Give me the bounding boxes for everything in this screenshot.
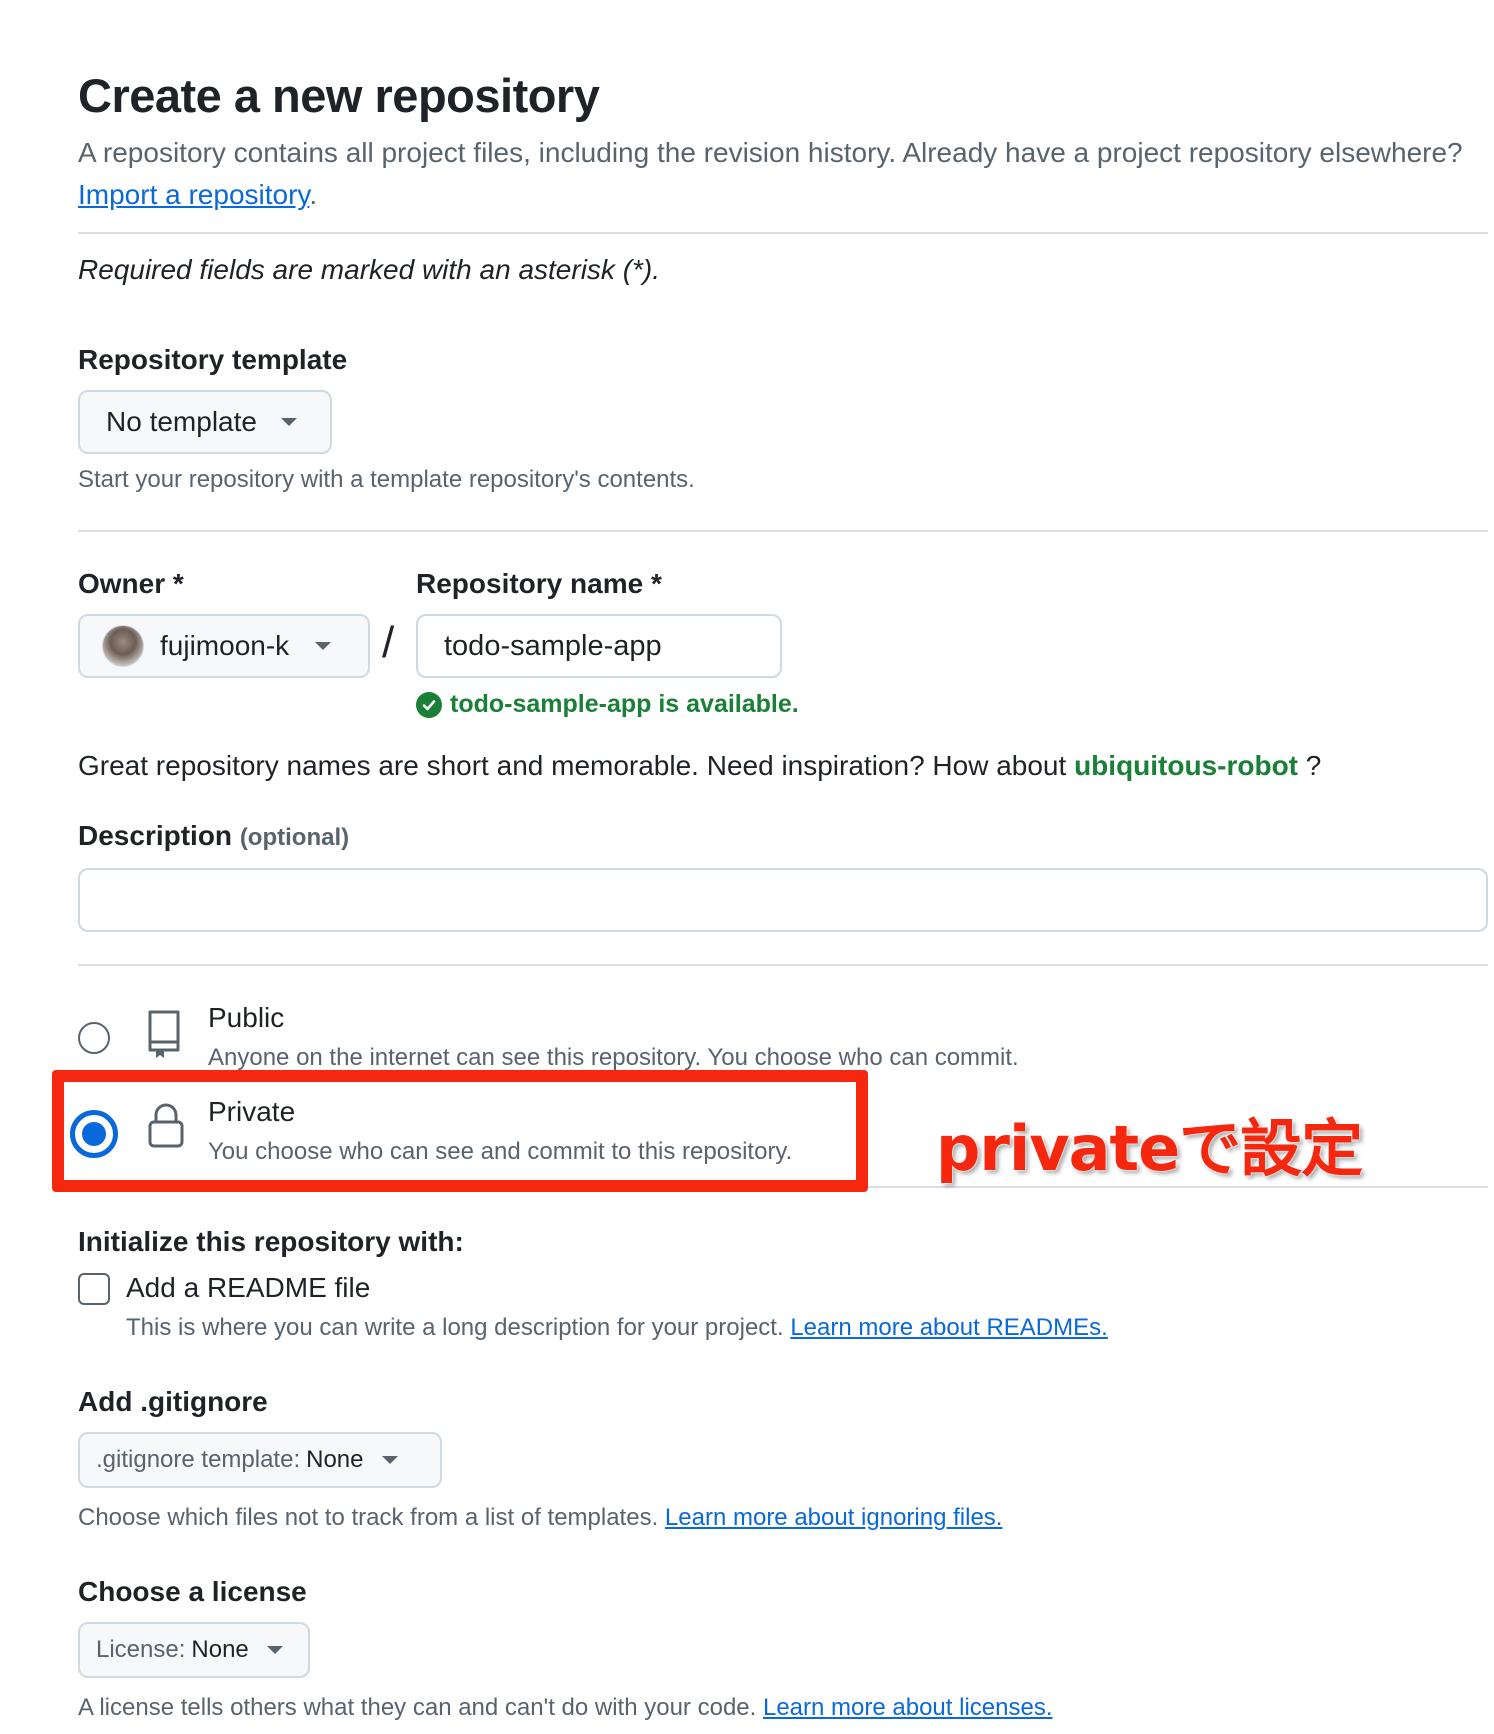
inspiration-text: Great repository names are short and mem… [78, 750, 1067, 781]
import-repository-link[interactable]: Import a repository [78, 179, 309, 210]
repo-name-value: todo-sample-app [444, 629, 662, 662]
license-hint-text: A license tells others what they can and… [78, 1694, 757, 1721]
chevron-down-icon [315, 642, 332, 650]
check-circle-icon [416, 691, 442, 718]
gitignore-select-value: None [306, 1446, 364, 1473]
template-select[interactable]: No template [78, 390, 332, 454]
inspiration-line: Great repository names are short and mem… [78, 750, 1321, 782]
description-label-text: Description [78, 820, 233, 851]
page-subtitle: A repository contains all project files,… [78, 132, 1478, 216]
description-input[interactable] [78, 868, 1488, 932]
license-learn-more-link[interactable]: Learn more about licenses. [763, 1694, 1053, 1721]
readme-label: Add a README file [126, 1272, 371, 1303]
chevron-down-icon [280, 418, 297, 426]
gitignore-label: Add .gitignore [78, 1386, 268, 1417]
highlight-box [52, 1070, 868, 1192]
subtitle-text: A repository contains all project files,… [78, 137, 1463, 168]
divider [78, 964, 1488, 966]
repo-icon [144, 1008, 184, 1063]
repo-name-status-text: todo-sample-app is available. [450, 690, 799, 718]
public-radio[interactable] [78, 1022, 110, 1054]
repo-name-status: todo-sample-app is available. [416, 690, 799, 719]
license-select[interactable]: License: None [78, 1622, 310, 1678]
owner-select[interactable]: fujimoon-k [78, 614, 370, 678]
gitignore-select[interactable]: .gitignore template: None [78, 1432, 442, 1488]
readme-checkbox[interactable] [78, 1273, 110, 1305]
divider [78, 530, 1488, 532]
license-select-value: None [191, 1636, 249, 1663]
template-label: Repository template [78, 344, 348, 375]
description-label: Description (optional) [78, 820, 349, 852]
owner-select-value: fujimoon-k [160, 630, 290, 661]
divider [78, 232, 1488, 234]
license-hint: A license tells others what they can and… [78, 1694, 1052, 1722]
owner-label: Owner * [78, 568, 184, 599]
repo-name-input[interactable]: todo-sample-app [416, 614, 782, 678]
chevron-down-icon [381, 1456, 398, 1464]
initialize-label: Initialize this repository with: [78, 1226, 464, 1257]
template-select-value: No template [106, 406, 257, 437]
annotation-label: privateで設定 [936, 1112, 1363, 1185]
description-optional: (optional) [239, 824, 350, 851]
owner-repo-separator: / [382, 618, 395, 667]
public-description: Anyone on the internet can see this repo… [208, 1044, 1019, 1071]
required-fields-note: Required fields are marked with an aster… [78, 254, 661, 285]
public-title: Public [208, 1002, 285, 1033]
avatar [102, 625, 144, 667]
gitignore-select-prefix: .gitignore template: [96, 1446, 301, 1473]
template-hint: Start your repository with a template re… [78, 466, 695, 493]
inspiration-end: ? [1305, 750, 1322, 781]
gitignore-hint-text: Choose which files not to track from a l… [78, 1504, 659, 1531]
gitignore-learn-more-link[interactable]: Learn more about ignoring files. [665, 1504, 1003, 1531]
repo-name-label: Repository name * [416, 568, 662, 599]
readme-learn-more-link[interactable]: Learn more about READMEs. [790, 1314, 1107, 1341]
chevron-down-icon [266, 1646, 283, 1654]
gitignore-hint: Choose which files not to track from a l… [78, 1504, 1002, 1532]
license-label: Choose a license [78, 1576, 307, 1607]
page-title: Create a new repository [78, 69, 600, 122]
suggested-name-button[interactable]: ubiquitous-robot [1074, 750, 1298, 781]
subtitle-end: . [309, 179, 318, 210]
readme-hint-text: This is where you can write a long descr… [126, 1314, 784, 1341]
license-select-prefix: License: [96, 1636, 186, 1663]
readme-hint: This is where you can write a long descr… [126, 1314, 1108, 1342]
